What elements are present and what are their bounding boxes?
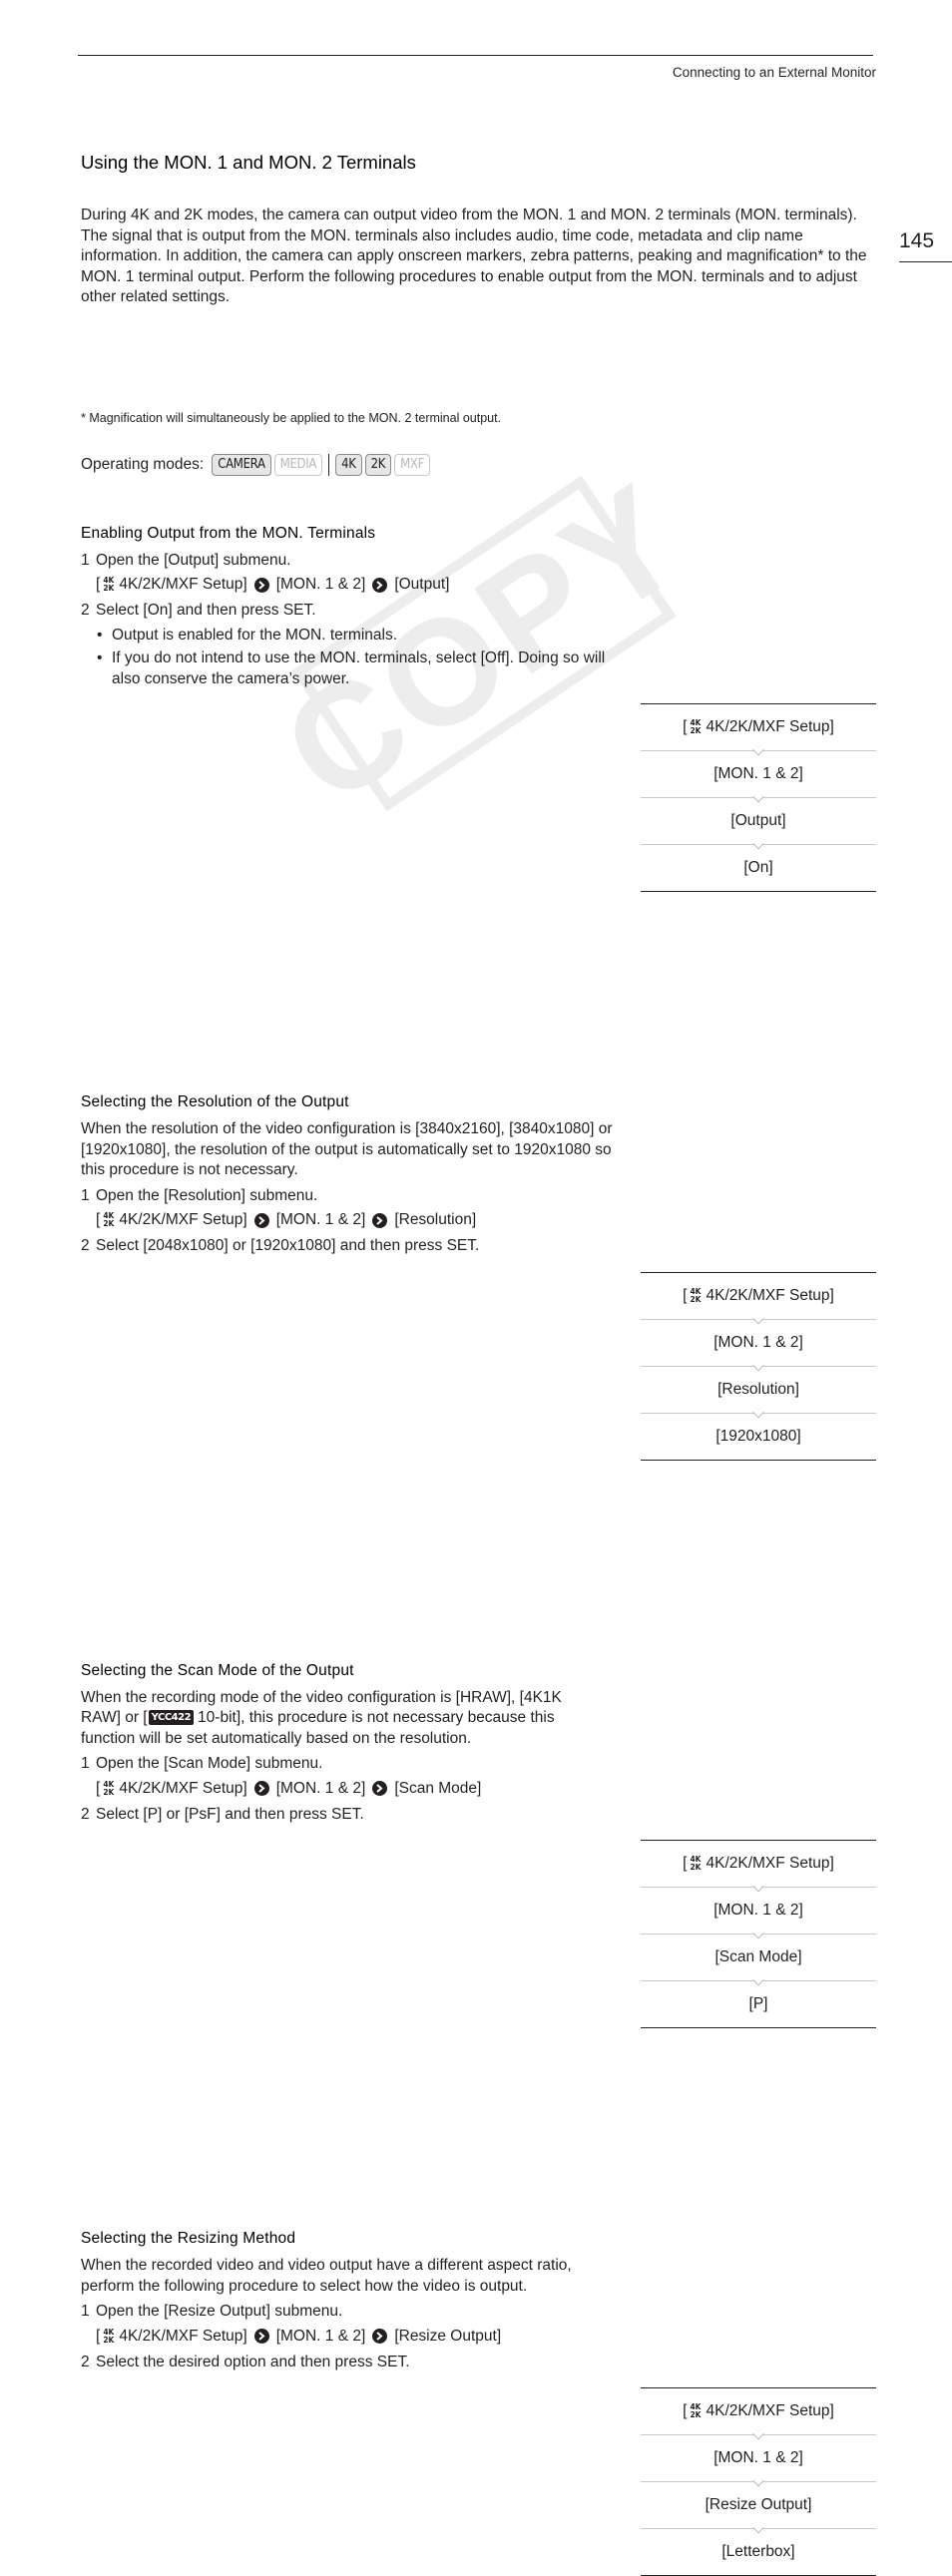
header-rule <box>78 55 873 56</box>
section-paragraph: When the resolution of the video configu… <box>81 1120 613 1178</box>
menu-item: [Resize Output] <box>641 2481 876 2528</box>
arrow-right-icon <box>253 577 269 593</box>
arrow-right-icon <box>253 1781 269 1796</box>
arrow-right-icon <box>253 1212 269 1228</box>
setup-4k2k-icon: 4K 2K <box>103 576 115 593</box>
step-2: 2 Select [P] or [PsF] and then press SET. <box>81 1805 364 1823</box>
menu-item: [Output] <box>641 797 876 844</box>
setup-4k2k-icon: 4K 2K <box>690 1286 702 1304</box>
step-1: 1 Open the [Resize Output] submenu. <box>81 2303 343 2320</box>
step-2: 2 Select [2048x1080] or [1920x1080] and t… <box>81 1237 480 1254</box>
note-item: If you do not intend to use the MON. ter… <box>97 648 610 689</box>
operating-modes-label: Operating modes: <box>81 455 205 473</box>
arrow-right-icon <box>372 2329 388 2344</box>
menu-item: [4K 2K 4K/2K/MXF Setup] <box>683 2402 834 2419</box>
section-scan-mode: Selecting the Scan Mode of the Output Wh… <box>81 1662 600 1826</box>
mode-badge-4k: 4K <box>335 453 362 476</box>
menu-item: [On] <box>641 844 876 891</box>
setup-4k2k-icon: 4K 2K <box>103 1211 115 1228</box>
ycc422-icon: YCC422 <box>148 1710 195 1726</box>
arrow-right-icon <box>372 1781 388 1796</box>
menu-item: [1920x1080] <box>641 1412 876 1460</box>
section-resolution: Selecting the Resolution of the Output W… <box>81 1093 620 1257</box>
note-item: Output is enabled for the MON. terminals… <box>97 626 610 646</box>
mode-badge-media: MEDIA <box>273 453 323 476</box>
setup-4k2k-icon: 4K 2K <box>103 1779 115 1797</box>
menu-item: [MON. 1 & 2] <box>641 1318 876 1366</box>
arrow-right-icon <box>372 577 388 593</box>
menu-path: [ 4K 2K 4K/2K/MXF Setup] [MON. 1 & 2] [Sc… <box>96 1779 482 1797</box>
section-title: Selecting the Resolution of the Output <box>81 1093 349 1110</box>
menu-item: [P] <box>641 1980 876 2027</box>
page-number-rule <box>899 261 952 262</box>
section-title: Enabling Output from the MON. Terminals <box>81 524 376 542</box>
step-1: 1 Open the [Resolution] submenu. <box>81 1186 318 1204</box>
menu-item: [MON. 1 & 2] <box>641 2434 876 2481</box>
menu-item: [MON. 1 & 2] <box>641 1887 876 1933</box>
menu-item: [Resolution] <box>641 1365 876 1413</box>
menu-path: [ 4K 2K 4K/2K/MXF Setup] [MON. 1 & 2] [Ou… <box>96 576 450 593</box>
setup-4k2k-icon: 4K 2K <box>690 1855 702 1872</box>
step-1: 1 Open the [Output] submenu. <box>81 551 291 569</box>
menu-item: [Scan Mode] <box>641 1933 876 1980</box>
section-title: Selecting the Scan Mode of the Output <box>81 1661 354 1679</box>
operating-modes: Operating modes: CAMERA MEDIA 4K 2K MXF <box>81 453 952 476</box>
setup-4k2k-icon: 4K 2K <box>690 2402 702 2419</box>
arrow-right-icon <box>253 2329 269 2344</box>
section-resizing: Selecting the Resizing Method When the r… <box>81 2230 610 2372</box>
page-number: 145 <box>899 229 935 252</box>
menu-sequence-resize: [4K 2K 4K/2K/MXF Setup] [MON. 1 & 2] [Resi… <box>641 2387 876 2576</box>
setup-4k2k-icon: 4K 2K <box>690 718 702 735</box>
running-head: Connecting to an External Monitor <box>672 65 876 80</box>
menu-path: [ 4K 2K 4K/2K/MXF Setup] [MON. 1 & 2] [Re… <box>96 1211 477 1228</box>
intro-paragraph: During 4K and 2K modes, the camera can o… <box>81 207 867 305</box>
mode-separator <box>328 453 330 476</box>
notes-list: Output is enabled for the MON. terminals… <box>97 626 610 690</box>
arrow-right-icon <box>372 1212 388 1228</box>
step-2: 2 Select the desired option and then pres… <box>81 2353 410 2370</box>
menu-sequence-output: [4K 2K 4K/2K/MXF Setup] [MON. 1 & 2] [Outp… <box>641 703 876 892</box>
section-title: Selecting the Resizing Method <box>81 2230 296 2247</box>
menu-item: [4K 2K 4K/2K/MXF Setup] <box>683 718 834 735</box>
menu-item: [Letterbox] <box>641 2528 876 2575</box>
setup-4k2k-icon: 4K 2K <box>103 2327 115 2345</box>
footnote: * Magnification will simultaneously be a… <box>81 410 502 425</box>
mode-badge-mxf: MXF <box>394 453 431 476</box>
mode-badge-camera: CAMERA <box>212 453 271 476</box>
page-title: Using the MON. 1 and MON. 2 Terminals <box>81 152 416 173</box>
menu-item: [4K 2K 4K/2K/MXF Setup] <box>683 1286 834 1304</box>
menu-sequence-scan-mode: [4K 2K 4K/2K/MXF Setup] [MON. 1 & 2] [Scan… <box>641 1840 876 2028</box>
section-paragraph: When the recorded video and video output… <box>81 2257 572 2295</box>
step-1: 1 Open the [Scan Mode] submenu. <box>81 1755 323 1772</box>
menu-item: [MON. 1 & 2] <box>641 750 876 797</box>
step-2: 2 Select [On] and then press SET. <box>81 602 316 619</box>
mode-badge-2k: 2K <box>364 453 392 476</box>
section-enable-output: Enabling Output from the MON. Terminals … <box>81 525 610 690</box>
menu-sequence-resolution: [4K 2K 4K/2K/MXF Setup] [MON. 1 & 2] [Reso… <box>641 1271 876 1461</box>
menu-item: [4K 2K 4K/2K/MXF Setup] <box>683 1855 834 1872</box>
section-paragraph: When the recording mode of the video con… <box>81 1688 562 1747</box>
menu-path: [ 4K 2K 4K/2K/MXF Setup] [MON. 1 & 2] [Re… <box>96 2327 502 2345</box>
